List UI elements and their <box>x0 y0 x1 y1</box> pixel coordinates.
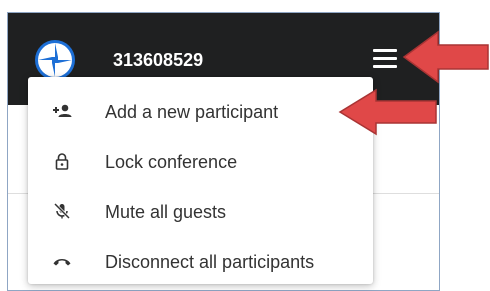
menu-item-lock-conference[interactable]: Lock conference <box>28 137 373 187</box>
disconnect-icon <box>53 259 71 266</box>
conference-id: 313608529 <box>113 50 204 70</box>
mute-icon <box>53 202 71 220</box>
annotation-arrow-menu <box>402 30 489 84</box>
annotation-arrow-add-participant <box>338 88 437 136</box>
menu-item-label: Add a new participant <box>105 102 279 122</box>
hamburger-menu-icon[interactable] <box>373 49 401 71</box>
menu-item-mute-all-guests[interactable]: Mute all guests <box>28 187 373 237</box>
lock-icon <box>55 153 69 170</box>
menu-item-label: Lock conference <box>105 152 238 172</box>
conference-options-menu: Add a new participant Lock conference Mu… <box>28 77 373 284</box>
menu-item-disconnect-all[interactable]: Disconnect all participants <box>28 237 373 287</box>
conference-logo-icon <box>35 40 75 80</box>
menu-item-add-participant[interactable]: Add a new participant <box>28 87 373 137</box>
menu-item-label: Disconnect all participants <box>105 252 315 272</box>
menu-item-label: Mute all guests <box>105 202 227 222</box>
add-participant-icon <box>53 104 72 117</box>
